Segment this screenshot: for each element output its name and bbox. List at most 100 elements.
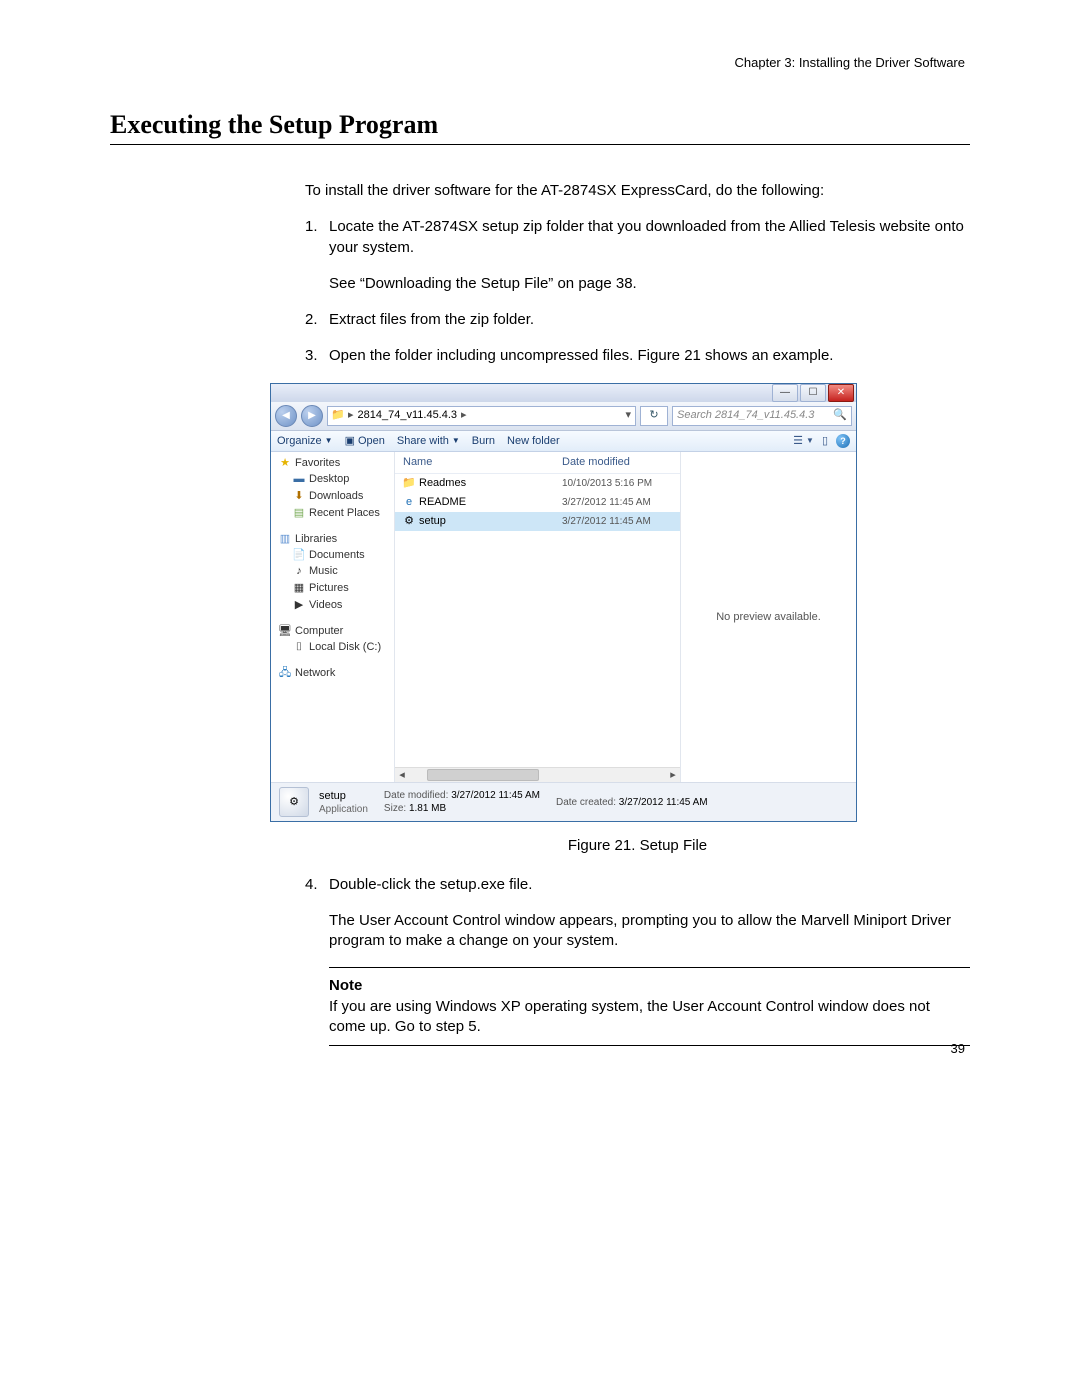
title-bar: — ☐ ✕ [271, 384, 856, 402]
note-body: If you are using Windows XP operating sy… [329, 997, 970, 1038]
note-title: Note [329, 976, 970, 996]
documents-icon: 📄 [293, 548, 305, 563]
folder-icon: 📁 [332, 408, 344, 423]
nav-downloads[interactable]: ⬇Downloads [279, 488, 394, 505]
address-box[interactable]: 📁 ▸ 2814_74_v11.45.4.3 ▸ ▾ [327, 406, 636, 426]
file-name: setup [419, 514, 446, 529]
status-created-label: Date created: [556, 797, 616, 808]
col-name[interactable]: Name [403, 455, 562, 470]
preview-pane: No preview available. [681, 452, 856, 782]
breadcrumb-separator: ▸ [461, 408, 467, 423]
nav-videos[interactable]: ▶Videos [279, 597, 394, 614]
maximize-button[interactable]: ☐ [800, 384, 826, 402]
network-icon: 🖧 [279, 666, 291, 681]
preview-pane-button[interactable]: ▯ [822, 434, 828, 449]
horizontal-scrollbar[interactable]: ◂ ▸ [395, 767, 680, 782]
folder-icon: 📁 [403, 476, 415, 491]
close-button[interactable]: ✕ [828, 384, 854, 402]
nav-documents[interactable]: 📄Documents [279, 547, 394, 564]
intro-paragraph: To install the driver software for the A… [305, 181, 970, 201]
step-4-sub: The User Account Control window appears,… [329, 911, 970, 952]
music-icon: ♪ [293, 564, 305, 579]
html-icon: e [403, 495, 415, 510]
organize-button[interactable]: Organize ▼ [277, 434, 333, 449]
address-folder: 2814_74_v11.45.4.3 [358, 408, 458, 423]
column-headers: Name Date modified [395, 452, 680, 474]
file-name: README [419, 495, 466, 510]
step-1: 1. Locate the AT-2874SX setup zip folder… [305, 217, 970, 258]
body-content: To install the driver software for the A… [305, 181, 970, 1046]
nav-computer[interactable]: 🖥Computer [279, 624, 394, 639]
file-row-selected[interactable]: ⚙ setup 3/27/2012 11:45 AM [395, 512, 680, 531]
view-button[interactable]: ☰ ▼ [793, 434, 814, 449]
search-icon: 🔍 [833, 408, 847, 423]
forward-button[interactable]: ▶ [301, 405, 323, 427]
back-button[interactable]: ◀ [275, 405, 297, 427]
minimize-button[interactable]: — [772, 384, 798, 402]
status-name: setup [319, 789, 368, 803]
computer-icon: 🖥 [279, 624, 291, 639]
explorer-body: ★Favorites ▬Desktop ⬇Downloads ▤Recent P… [271, 452, 856, 782]
status-type: Application [319, 803, 368, 816]
nav-recent[interactable]: ▤Recent Places [279, 505, 394, 522]
burn-button[interactable]: Burn [472, 434, 495, 449]
file-row[interactable]: 📁Readmes 10/10/2013 5:16 PM [395, 474, 680, 493]
scroll-thumb[interactable] [427, 769, 539, 781]
file-list: Name Date modified 📁Readmes 10/10/2013 5… [395, 452, 681, 782]
status-created-value: 3/27/2012 11:45 AM [619, 797, 708, 808]
col-date[interactable]: Date modified [562, 455, 672, 470]
disk-icon: ⌷ [293, 640, 305, 655]
help-button[interactable]: ? [836, 434, 850, 448]
desktop-icon: ▬ [293, 472, 305, 487]
status-size-label: Size: [384, 803, 406, 814]
status-icon: ⚙ [279, 787, 309, 817]
search-placeholder: Search 2814_74_v11.45.4.3 [677, 408, 814, 423]
status-mod-value: 3/27/2012 11:45 AM [451, 790, 540, 801]
address-bar: ◀ ▶ 📁 ▸ 2814_74_v11.45.4.3 ▸ ▾ ↻ Search … [271, 402, 856, 431]
chapter-label: Chapter 3: Installing the Driver Softwar… [735, 55, 966, 70]
page-heading: Executing the Setup Program [110, 110, 970, 145]
figure-caption: Figure 21. Setup File [305, 836, 970, 856]
step-4: 4. Double-click the setup.exe file. [305, 875, 970, 895]
page-number: 39 [951, 1041, 965, 1056]
nav-libraries[interactable]: ▥Libraries [279, 532, 394, 547]
step-text: Extract files from the zip folder. [329, 310, 970, 330]
videos-icon: ▶ [293, 598, 305, 613]
nav-network[interactable]: 🖧Network [279, 666, 394, 681]
nav-favorites[interactable]: ★Favorites [279, 456, 394, 471]
step-number: 1. [305, 217, 329, 258]
app-icon: ▣ [345, 434, 355, 449]
search-input[interactable]: Search 2814_74_v11.45.4.3 🔍 [672, 406, 852, 426]
pictures-icon: ▦ [293, 581, 305, 596]
file-pane: Name Date modified 📁Readmes 10/10/2013 5… [395, 452, 856, 782]
dropdown-icon[interactable]: ▾ [625, 408, 631, 423]
nav-localdisk[interactable]: ⌷Local Disk (C:) [279, 639, 394, 656]
scroll-left-icon[interactable]: ◂ [395, 769, 409, 781]
status-bar: ⚙ setup Application Date modified: 3/27/… [271, 782, 856, 821]
step-1-sub: See “Downloading the Setup File” on page… [329, 274, 970, 294]
refresh-button[interactable]: ↻ [640, 406, 668, 426]
nav-pictures[interactable]: ▦Pictures [279, 580, 394, 597]
file-row[interactable]: eREADME 3/27/2012 11:45 AM [395, 493, 680, 512]
open-button[interactable]: ▣ Open [345, 434, 385, 449]
chevron-down-icon: ▼ [325, 436, 333, 447]
toolbar: Organize ▼ ▣ Open Share with ▼ Burn New … [271, 431, 856, 453]
preview-text: No preview available. [716, 610, 821, 625]
share-button[interactable]: Share with ▼ [397, 434, 460, 449]
file-date: 3/27/2012 11:45 AM [562, 515, 672, 529]
navigation-pane: ★Favorites ▬Desktop ⬇Downloads ▤Recent P… [271, 452, 395, 782]
step-3: 3. Open the folder including uncompresse… [305, 346, 970, 366]
newfolder-button[interactable]: New folder [507, 434, 560, 449]
step-text: Open the folder including uncompressed f… [329, 346, 970, 366]
chevron-down-icon: ▼ [806, 436, 814, 447]
step-text: Locate the AT-2874SX setup zip folder th… [329, 217, 970, 258]
step-number: 4. [305, 875, 329, 895]
scroll-right-icon[interactable]: ▸ [666, 769, 680, 781]
step-list: 1. Locate the AT-2874SX setup zip folder… [305, 217, 970, 366]
recent-icon: ▤ [293, 506, 305, 521]
exe-icon: ⚙ [403, 514, 415, 529]
note-block: Note If you are using Windows XP operati… [329, 967, 970, 1046]
file-date: 10/10/2013 5:16 PM [562, 477, 672, 491]
nav-music[interactable]: ♪Music [279, 563, 394, 580]
nav-desktop[interactable]: ▬Desktop [279, 471, 394, 488]
